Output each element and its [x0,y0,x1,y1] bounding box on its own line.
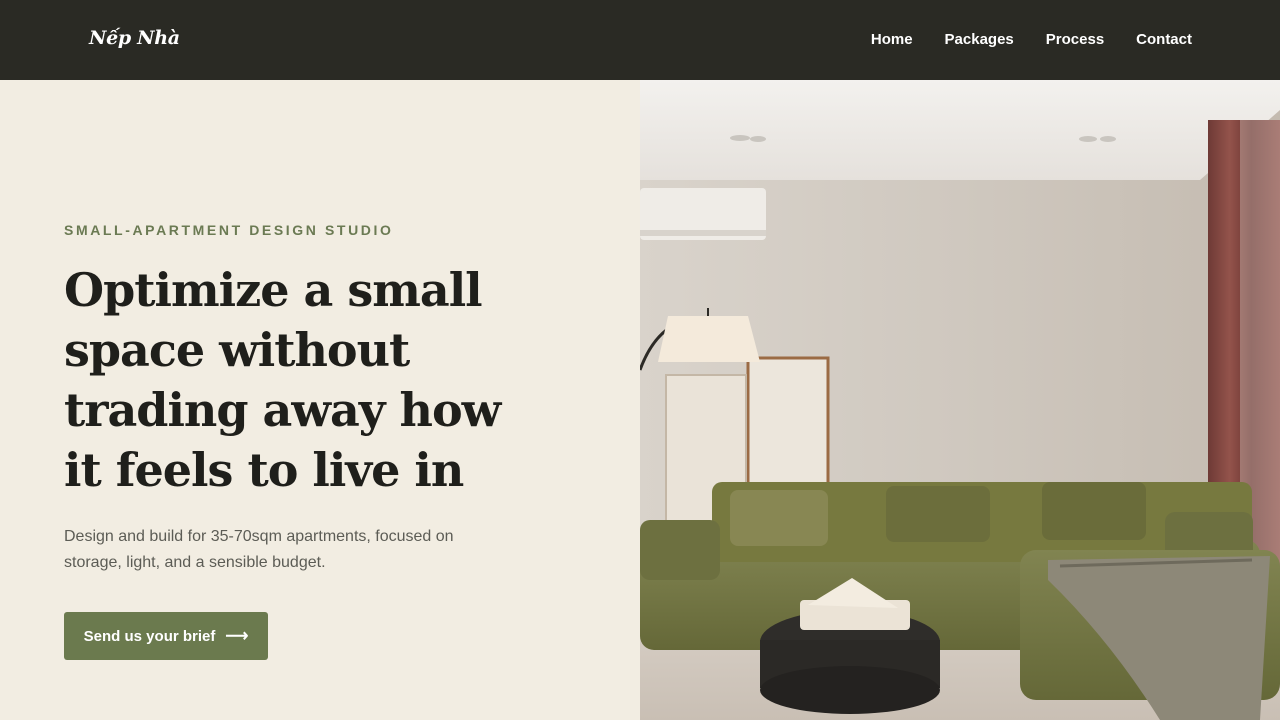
hero-subtext: Design and build for 35-70sqm apartments… [64,528,454,571]
living-room-photo [640,80,1280,720]
nav-links: Home Packages Process Contact [871,31,1192,48]
nav-link-packages[interactable]: Packages [945,31,1014,48]
hero-text-panel: SMALL-APARTMENT DESIGN STUDIO Optimize a… [0,80,640,720]
send-brief-button[interactable]: Send us your brief ⟶ [64,612,268,660]
nav-link-home[interactable]: Home [871,31,913,48]
top-navigation-bar: Nếp Nhà Home Packages Process Contact [0,0,1280,80]
nav-link-process[interactable]: Process [1046,31,1104,48]
hero-headline: Optimize a small space without trading a… [64,263,501,497]
send-brief-label: Send us your brief [83,627,216,645]
hero-eyebrow: SMALL-APARTMENT DESIGN STUDIO [64,222,394,238]
brand-logo[interactable]: Nếp Nhà [89,27,180,49]
arrow-right-icon: ⟶ [225,628,249,645]
nav-link-contact[interactable]: Contact [1136,31,1192,48]
